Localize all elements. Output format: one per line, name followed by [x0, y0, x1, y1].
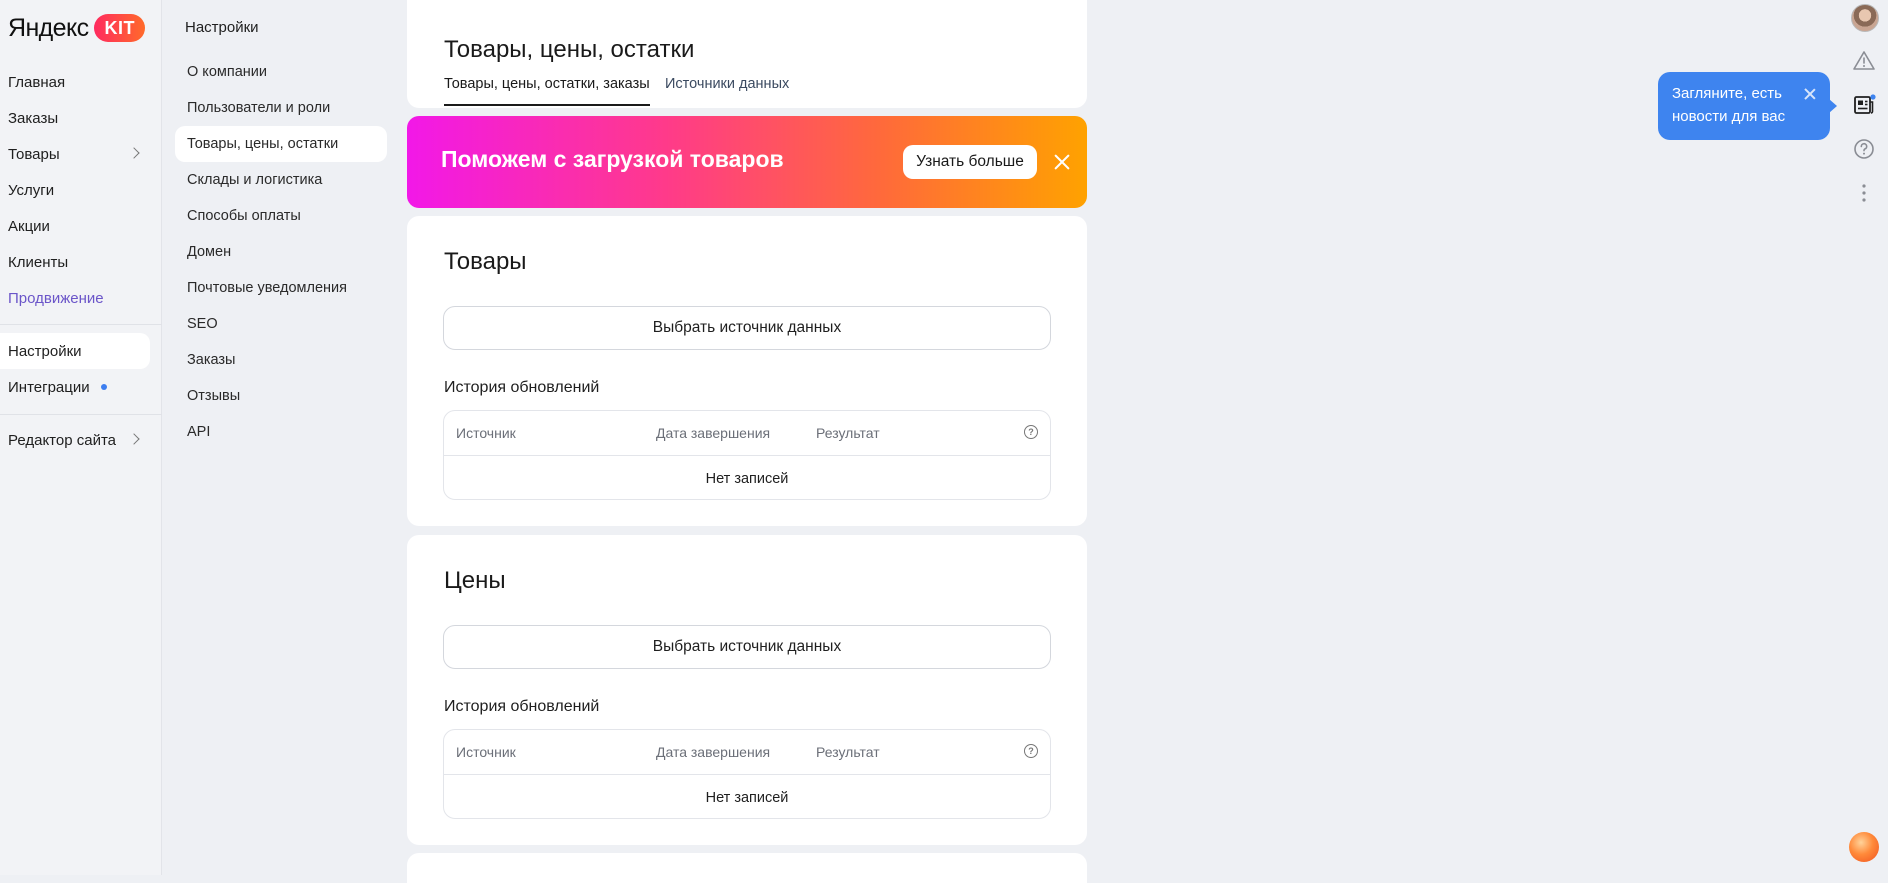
subnav-item-email-notifications[interactable]: Почтовые уведомления: [175, 270, 387, 306]
news-icon[interactable]: [1852, 93, 1876, 117]
nav-item-label: Настройки: [8, 342, 82, 360]
subnav-item-seo[interactable]: SEO: [175, 306, 387, 342]
page-header: Товары, цены, остатки Товары, цены, оста…: [407, 0, 1087, 108]
logo-text: Яндекс: [8, 13, 89, 42]
nav-item-label: Услуги: [8, 181, 55, 199]
section-prices: Цены Выбрать источник данных История обн…: [407, 535, 1087, 845]
subnav-item-orders[interactable]: Заказы: [175, 342, 387, 378]
settings-subnav: Настройки О компании Пользователи и роли…: [163, 0, 395, 875]
nav-item-label: Продвижение: [8, 289, 104, 307]
next-section-card: [407, 853, 1087, 883]
promo-banner: Поможем с загрузкой товаров Узнать больш…: [407, 116, 1087, 208]
nav-item-label: Акции: [8, 217, 50, 235]
subnav-item-label: Пользователи и роли: [187, 100, 331, 116]
nav-item-label: Интеграции: [8, 378, 90, 396]
section-title: Товары: [444, 248, 527, 275]
notification-dot: [100, 384, 107, 390]
logo-badge: KIT: [94, 14, 145, 42]
nav-item-orders[interactable]: Заказы: [0, 100, 150, 136]
section-products: Товары Выбрать источник данных История о…: [407, 216, 1087, 526]
nav-item-integrations[interactable]: Интеграции: [0, 369, 150, 405]
select-data-source-button[interactable]: Выбрать источник данных: [443, 306, 1051, 350]
subnav-item-label: Способы оплаты: [187, 208, 301, 224]
nav-item-clients[interactable]: Клиенты: [0, 244, 150, 280]
history-label: История обновлений: [444, 698, 600, 715]
subnav-item-api[interactable]: API: [175, 414, 387, 450]
nav-item-label: Главная: [8, 73, 66, 91]
help-icon[interactable]: ?: [1024, 744, 1038, 758]
chevron-right-icon: [128, 147, 140, 159]
column-header-source: Источник: [456, 425, 516, 441]
nav-item-label: Заказы: [8, 109, 59, 127]
page-title: Товары, цены, остатки: [444, 36, 695, 63]
column-header-result: Результат: [816, 744, 880, 760]
nav-item-promotions[interactable]: Акции: [0, 208, 150, 244]
avatar[interactable]: [1851, 4, 1879, 32]
assistant-orb-icon[interactable]: [1849, 832, 1879, 862]
subnav-item-label: Склады и логистика: [187, 172, 323, 188]
column-header-finish-date: Дата завершения: [656, 744, 771, 760]
nav-item-products[interactable]: Товары: [0, 136, 150, 172]
nav-item-services[interactable]: Услуги: [0, 172, 150, 208]
more-vertical-icon[interactable]: [1852, 181, 1876, 205]
subnav-item-label: Отзывы: [187, 388, 241, 404]
subnav-item-label: Заказы: [187, 352, 236, 368]
subnav-item-domain[interactable]: Домен: [175, 234, 387, 270]
tab-products-prices-stock-orders[interactable]: Товары, цены, остатки, заказы: [444, 76, 650, 106]
subnav-item-company[interactable]: О компании: [175, 54, 387, 90]
warning-icon[interactable]: [1852, 49, 1876, 73]
nav-divider: [0, 324, 162, 325]
nav-item-label: Товары: [8, 145, 60, 163]
history-table: Источник Дата завершения Результат ? Нет…: [443, 410, 1051, 500]
nav-divider: [0, 414, 162, 415]
subnav-item-users-roles[interactable]: Пользователи и роли: [175, 90, 387, 126]
history-table: Источник Дата завершения Результат ? Нет…: [443, 729, 1051, 819]
nav-item-marketing[interactable]: Продвижение: [0, 280, 150, 316]
subnav-item-label: Товары, цены, остатки: [187, 136, 339, 152]
subnav-item-label: Домен: [187, 244, 232, 260]
select-data-source-button[interactable]: Выбрать источник данных: [443, 625, 1051, 669]
main-nav: Яндекс KIT Главная Заказы Товары Услуги …: [0, 0, 162, 875]
column-header-finish-date: Дата завершения: [656, 425, 771, 441]
close-icon[interactable]: [1804, 88, 1816, 100]
nav-item-label: Клиенты: [8, 253, 69, 271]
column-header-source: Источник: [456, 744, 516, 760]
nav-item-site-editor[interactable]: Редактор сайта: [0, 422, 150, 458]
tooltip-text: Загляните, есть новости для вас: [1672, 85, 1786, 125]
subnav-item-payment-methods[interactable]: Способы оплаты: [175, 198, 387, 234]
tab-data-sources[interactable]: Источники данных: [665, 76, 789, 104]
help-icon[interactable]: [1852, 137, 1876, 161]
section-title: Цены: [444, 567, 506, 594]
subnav-title: Настройки: [185, 19, 259, 36]
nav-item-home[interactable]: Главная: [0, 64, 150, 100]
news-tooltip[interactable]: Загляните, есть новости для вас: [1658, 72, 1837, 140]
table-divider: [444, 774, 1050, 775]
subnav-item-label: API: [187, 424, 211, 440]
learn-more-button[interactable]: Узнать больше: [903, 145, 1037, 179]
history-label: История обновлений: [444, 379, 600, 396]
help-icon[interactable]: ?: [1024, 425, 1038, 439]
nav-item-settings[interactable]: Настройки: [0, 333, 150, 369]
table-divider: [444, 455, 1050, 456]
subnav-item-warehouses[interactable]: Склады и логистика: [175, 162, 387, 198]
column-header-result: Результат: [816, 425, 880, 441]
subnav-item-products-prices-stock[interactable]: Товары, цены, остатки: [175, 126, 387, 162]
close-icon[interactable]: [1052, 152, 1072, 172]
chevron-right-icon: [128, 433, 140, 445]
empty-state: Нет записей: [705, 790, 789, 806]
nav-item-label: Редактор сайта: [8, 431, 117, 449]
subnav-item-label: SEO: [187, 316, 218, 332]
empty-state: Нет записей: [705, 471, 789, 487]
logo[interactable]: Яндекс KIT: [8, 12, 145, 44]
subnav-item-label: Почтовые уведомления: [187, 280, 347, 296]
subnav-item-label: О компании: [187, 64, 267, 80]
subnav-item-reviews[interactable]: Отзывы: [175, 378, 387, 414]
banner-text: Поможем с загрузкой товаров: [441, 146, 784, 172]
